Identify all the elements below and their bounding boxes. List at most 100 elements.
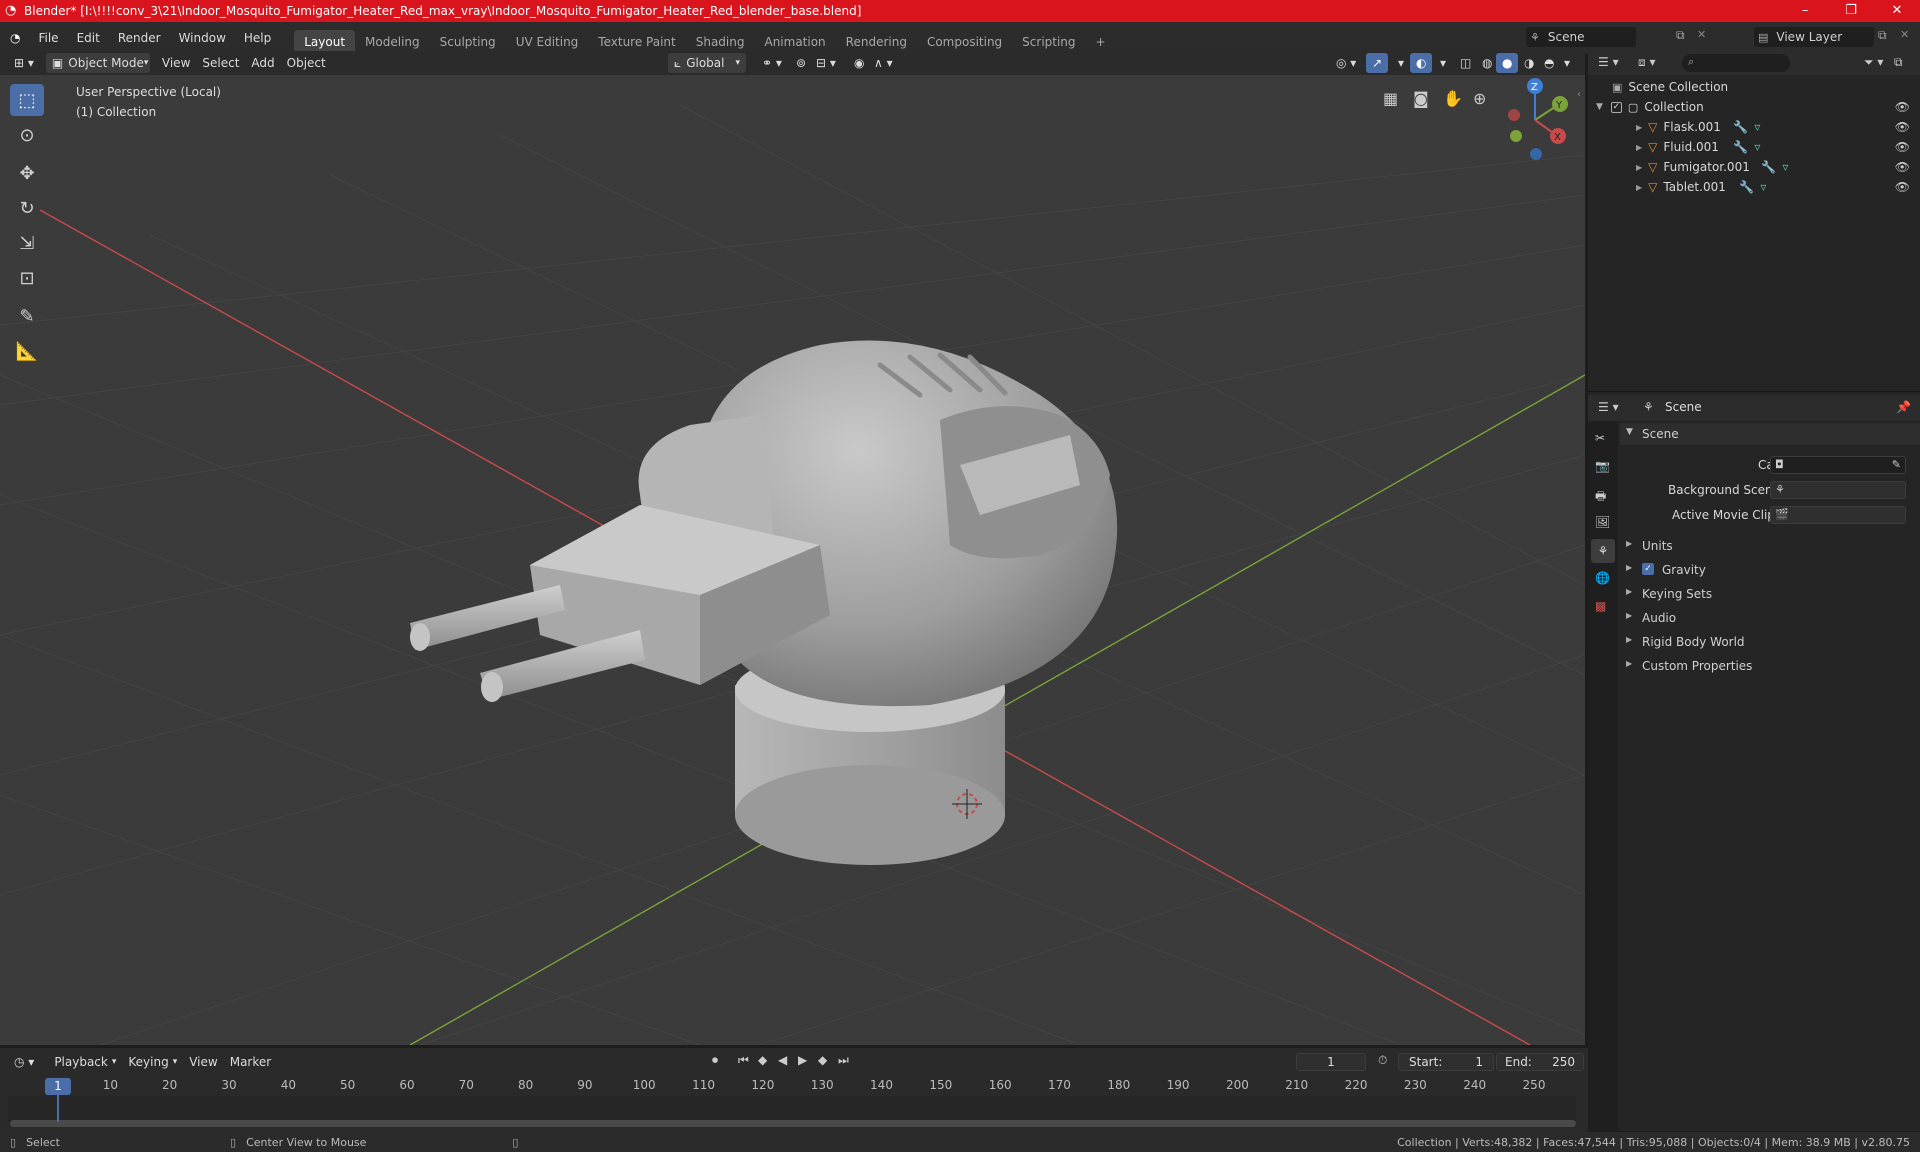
world-tab-icon[interactable]: 🌐	[1595, 571, 1610, 585]
falloff-icon[interactable]: ∧ ▾	[868, 53, 899, 73]
prev-keyframe-icon[interactable]: ◆	[758, 1053, 767, 1067]
menu-window[interactable]: Window	[170, 22, 235, 54]
overlay-toggle-icon[interactable]: ◐	[1410, 53, 1433, 73]
menu-file[interactable]: File	[29, 22, 67, 54]
gravity-panel-header[interactable]: ▶ ✓ Gravity	[1620, 560, 1920, 582]
expand-arrow-icon[interactable]: ▶	[1636, 163, 1642, 172]
object-menu[interactable]: Object	[281, 53, 332, 73]
camera-field[interactable]: ◘ ✎	[1770, 456, 1906, 474]
close-button[interactable]: ✕	[1874, 0, 1920, 22]
outliner-editor-icon[interactable]: ☰ ▾	[1598, 55, 1619, 69]
timeline-editor-icon[interactable]: ◷ ▾	[8, 1052, 40, 1072]
menu-render[interactable]: Render	[109, 22, 170, 54]
playback-menu[interactable]: Playback ▾	[48, 1052, 122, 1072]
units-panel-header[interactable]: ▶ Units	[1620, 536, 1920, 558]
outliner-search-input[interactable]: ⌕	[1682, 54, 1790, 72]
modifier-wrench-icon[interactable]: 🔧	[1761, 160, 1776, 174]
filter-icon[interactable]: ⏷ ▾	[1864, 55, 1883, 70]
pin-icon[interactable]: 📌	[1896, 400, 1911, 414]
collapse-arrow-icon[interactable]: ▼	[1596, 102, 1603, 112]
modifier-wrench-icon[interactable]: 🔧	[1733, 140, 1748, 154]
expand-arrow-icon[interactable]: ▶	[1636, 183, 1642, 192]
menu-edit[interactable]: Edit	[68, 22, 109, 54]
eye-icon[interactable]: 👁	[1895, 120, 1910, 134]
play-icon[interactable]: ▶	[798, 1053, 807, 1067]
new-view-layer-icon[interactable]: ⧉	[1878, 28, 1887, 43]
move-tool-icon[interactable]: ✥	[10, 157, 44, 189]
eye-icon[interactable]: 👁	[1895, 160, 1910, 174]
play-reverse-icon[interactable]: ◀	[778, 1053, 787, 1067]
sidebar-toggle-icon[interactable]: ‹	[1577, 89, 1581, 100]
overlay-dropdown-icon[interactable]: ▾	[1434, 53, 1452, 73]
display-mode-icon[interactable]: ⧈ ▾	[1638, 55, 1655, 70]
eyedropper-icon[interactable]: ✎	[1892, 458, 1901, 471]
eye-icon[interactable]: 👁	[1895, 140, 1910, 154]
navigation-gizmo[interactable]	[1485, 75, 1575, 162]
camera-view-icon[interactable]: ◙	[1413, 89, 1429, 108]
mesh-data-icon[interactable]: ▿	[1782, 160, 1788, 174]
editor-type-icon[interactable]: ⊞ ▾	[8, 53, 40, 73]
transform-tool-icon[interactable]: ⊡	[10, 262, 44, 294]
properties-editor-icon[interactable]: ☰ ▾	[1598, 400, 1619, 414]
marker-menu[interactable]: Marker	[224, 1052, 277, 1072]
audio-panel-header[interactable]: ▶ Audio	[1620, 608, 1920, 630]
expand-arrow-icon[interactable]: ▶	[1636, 123, 1642, 132]
maximize-button[interactable]: ❐	[1828, 0, 1874, 22]
view-layer-selector[interactable]: ▤ View Layer	[1754, 27, 1874, 47]
outliner-row-object[interactable]: ▶ ▽ Flask.001 🔧 ▿ 👁	[1588, 117, 1920, 137]
snap-target-icon[interactable]: ⊟ ▾	[810, 53, 842, 73]
xray-icon[interactable]: ◫	[1454, 53, 1477, 73]
gizmo-toggle-icon[interactable]: ↗	[1366, 53, 1389, 73]
eye-icon[interactable]: 👁	[1895, 100, 1910, 114]
snap-icon[interactable]: ⊚	[790, 53, 812, 73]
zoom-icon[interactable]: ⊕	[1473, 89, 1486, 108]
visibility-icon[interactable]: ◎ ▾	[1330, 53, 1362, 73]
annotate-tool-icon[interactable]: ✎	[10, 300, 44, 332]
cursor-tool-icon[interactable]: ⊙	[10, 119, 44, 151]
output-tab-icon[interactable]: 🖶	[1595, 487, 1606, 508]
scene-panel-header[interactable]: ▼ Scene	[1620, 423, 1920, 445]
modifier-wrench-icon[interactable]: 🔧	[1739, 180, 1754, 194]
texture-tab-icon[interactable]: ▩	[1595, 599, 1606, 613]
grid-view-icon[interactable]: ▦	[1383, 89, 1398, 108]
active-movie-clip-field[interactable]: 🎬	[1770, 506, 1906, 524]
keying-menu[interactable]: Keying ▾	[122, 1052, 183, 1072]
shading-dropdown-icon[interactable]: ▾	[1558, 53, 1576, 73]
outliner-row-object[interactable]: ▶ ▽ Fumigator.001 🔧 ▿ 👁	[1588, 157, 1920, 177]
jump-start-icon[interactable]: ⏮	[738, 1053, 749, 1068]
orientation-dropdown[interactable]: ⟀ Global ▾	[668, 53, 746, 73]
end-frame-field[interactable]: End: 250	[1496, 1053, 1584, 1071]
next-keyframe-icon[interactable]: ◆	[818, 1053, 827, 1067]
timeline-scrollbar[interactable]	[10, 1120, 1576, 1127]
expand-arrow-icon[interactable]: ▶	[1636, 143, 1642, 152]
playhead-frame-badge[interactable]: 1	[45, 1078, 71, 1095]
mode-dropdown[interactable]: ▣ Object Mode ▾	[45, 53, 150, 73]
tool-tab-icon[interactable]: ✂	[1595, 431, 1605, 445]
measure-tool-icon[interactable]: 📐	[10, 335, 44, 367]
modifier-wrench-icon[interactable]: 🔧	[1733, 120, 1748, 134]
keying-sets-panel-header[interactable]: ▶ Keying Sets	[1620, 584, 1920, 606]
select-box-tool-icon[interactable]: ⬚	[10, 84, 44, 116]
outliner-row-object[interactable]: ▶ ▽ Tablet.001 🔧 ▿ 👁	[1588, 177, 1920, 197]
start-frame-field[interactable]: Start: 1	[1398, 1053, 1494, 1071]
blender-menu-icon[interactable]: ◔	[0, 22, 29, 54]
rigid-body-world-panel-header[interactable]: ▶ Rigid Body World	[1620, 632, 1920, 654]
new-scene-icon[interactable]: ⧉	[1676, 28, 1685, 43]
timeline-track-area[interactable]	[8, 1096, 1576, 1122]
solid-shading-icon[interactable]: ●	[1496, 53, 1519, 73]
current-frame-field[interactable]: 1	[1296, 1053, 1366, 1071]
jump-end-icon[interactable]: ⏭	[838, 1053, 849, 1068]
mesh-data-icon[interactable]: ▿	[1760, 180, 1766, 194]
gizmo-dropdown-icon[interactable]: ▾	[1392, 53, 1410, 73]
menu-help[interactable]: Help	[235, 22, 280, 54]
mesh-data-icon[interactable]: ▿	[1754, 120, 1760, 134]
stopwatch-icon[interactable]: ⏱	[1378, 1053, 1387, 1068]
new-collection-icon[interactable]: ⧉	[1894, 55, 1903, 70]
scene-tab-icon[interactable]: ⚘	[1591, 539, 1615, 563]
record-icon[interactable]: ⏺	[712, 1053, 718, 1068]
mesh-data-icon[interactable]: ▿	[1754, 140, 1760, 154]
eye-icon[interactable]: 👁	[1895, 180, 1910, 194]
pivot-icon[interactable]: ⚭ ▾	[756, 53, 788, 73]
delete-view-layer-icon[interactable]: ✕	[1900, 28, 1909, 41]
outliner-row-scene-collection[interactable]: ▣ Scene Collection	[1588, 77, 1920, 97]
